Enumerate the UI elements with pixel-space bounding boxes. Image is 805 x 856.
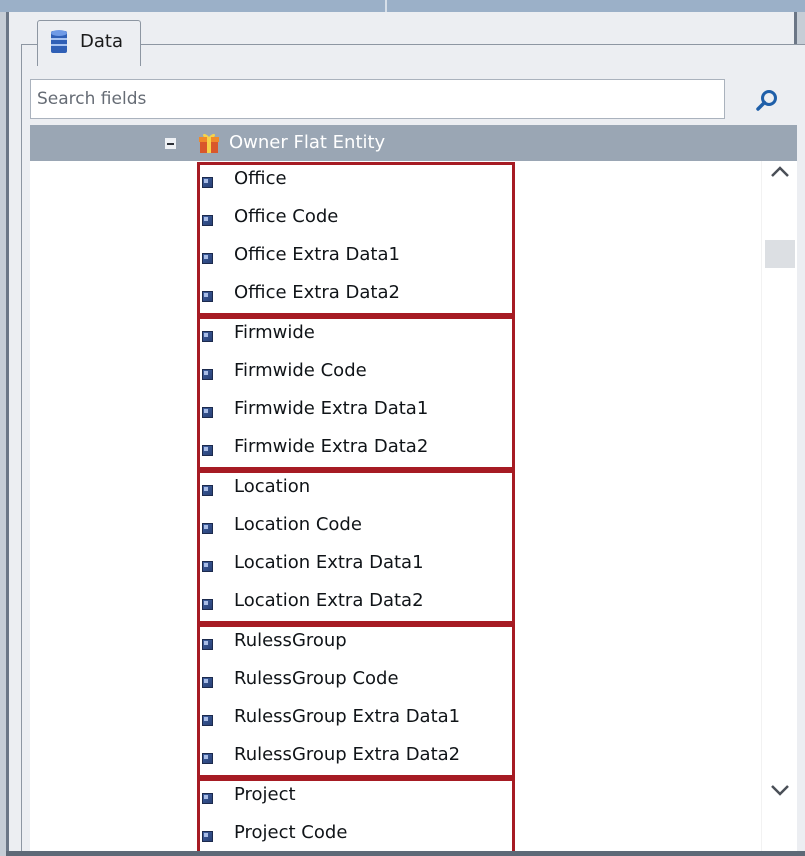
field-item[interactable]: Firmwide [202, 318, 502, 354]
chevron-down-icon[interactable] [768, 777, 792, 801]
field-icon [202, 560, 213, 572]
field-label: Location Extra Data2 [234, 589, 424, 611]
field-item[interactable]: RulessGroup Code [202, 664, 502, 700]
field-label: Firmwide Code [234, 359, 367, 381]
field-label: Firmwide [234, 321, 315, 343]
field-item[interactable]: Location Code [202, 510, 502, 546]
field-label: RulessGroup Extra Data1 [234, 705, 461, 727]
field-icon [202, 177, 213, 188]
field-item[interactable]: Office Extra Data1 [202, 240, 502, 276]
field-label: Office Code [234, 206, 339, 227]
field-item[interactable]: Project Code [202, 818, 502, 851]
field-icon [202, 522, 213, 534]
entity-label: Owner Flat Entity [229, 132, 386, 153]
search-input[interactable] [31, 80, 724, 118]
field-item[interactable]: Location Extra Data2 [202, 586, 502, 622]
field-item[interactable]: Office [202, 164, 502, 200]
field-label: Office [234, 168, 287, 189]
scrollbar-thumb[interactable] [765, 240, 795, 268]
field-icon [202, 792, 213, 804]
top-strip-divider [385, 0, 387, 12]
field-icon [202, 215, 213, 226]
field-label: Project Code [234, 821, 348, 843]
field-item[interactable]: Project [202, 780, 502, 816]
field-icon [202, 291, 213, 302]
field-item[interactable]: RulessGroup Extra Data1 [202, 702, 502, 738]
data-tab-label: Data [80, 31, 123, 52]
field-label: Location Extra Data1 [234, 551, 424, 573]
field-icon [202, 830, 213, 842]
database-icon [51, 30, 67, 53]
field-icon [202, 406, 213, 418]
gift-box-icon [199, 133, 219, 153]
field-label: Location Code [234, 513, 362, 535]
field-item[interactable]: Firmwide Extra Data1 [202, 394, 502, 430]
field-item[interactable]: Location [202, 472, 502, 508]
field-icon [202, 368, 213, 380]
field-label: Firmwide Extra Data1 [234, 397, 429, 419]
chevron-up-icon[interactable] [768, 161, 792, 185]
data-tab[interactable]: Data [37, 20, 141, 66]
field-label: RulessGroup Code [234, 667, 399, 689]
field-item[interactable]: Firmwide Extra Data2 [202, 432, 502, 468]
panel-bottom-border [6, 851, 805, 856]
field-item[interactable]: Office Code [202, 202, 502, 238]
search-icon[interactable] [752, 86, 782, 116]
field-icon [202, 638, 213, 650]
field-icon [202, 253, 213, 264]
field-item[interactable]: Location Extra Data1 [202, 548, 502, 584]
field-item[interactable]: Firmwide Code [202, 356, 502, 392]
field-label: RulessGroup Extra Data2 [234, 743, 461, 765]
field-icon [202, 444, 213, 456]
field-label: RulessGroup [234, 629, 347, 651]
field-label: Location [234, 475, 311, 497]
search-box [30, 79, 725, 119]
field-icon [202, 484, 213, 496]
field-icon [202, 676, 213, 688]
field-label: Project [234, 783, 296, 805]
top-window-strip [0, 0, 805, 12]
field-tree: Office Office Code Office Extra Data1 Offic… [30, 161, 761, 851]
field-icon [202, 752, 213, 764]
field-item[interactable]: RulessGroup Extra Data2 [202, 740, 502, 776]
field-icon [202, 714, 213, 726]
entity-node[interactable]: Owner Flat Entity [30, 125, 797, 161]
collapse-icon[interactable] [165, 138, 176, 149]
field-label: Office Extra Data1 [234, 244, 400, 265]
field-item[interactable]: Office Extra Data2 [202, 278, 502, 314]
field-item[interactable]: RulessGroup [202, 626, 502, 662]
field-icon [202, 598, 213, 610]
field-icon [202, 330, 213, 342]
field-label: Firmwide Extra Data2 [234, 435, 429, 457]
field-label: Office Extra Data2 [234, 282, 400, 303]
vertical-scrollbar[interactable] [761, 161, 797, 851]
